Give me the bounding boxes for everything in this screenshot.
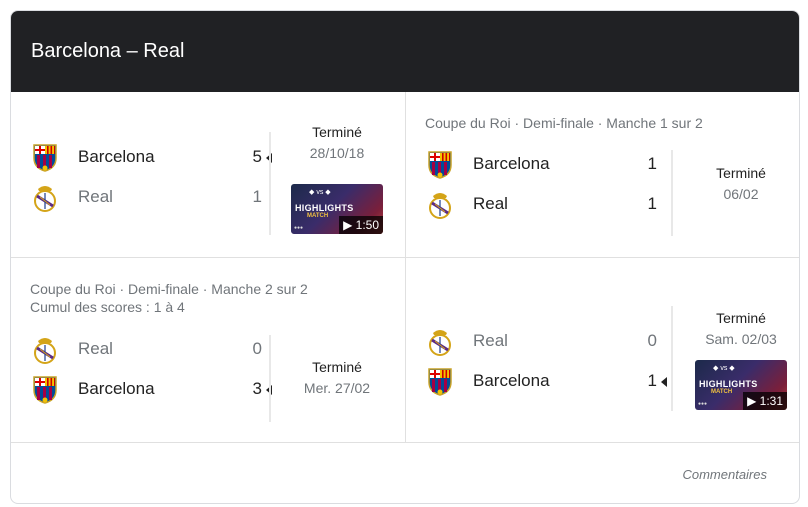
team-name: Real <box>78 339 113 358</box>
team-row-home: Real 0 <box>426 326 676 356</box>
team-score: 1 <box>252 187 262 206</box>
team-row-away: Barcelona 1 <box>426 366 676 396</box>
team-name: Barcelona <box>473 371 550 390</box>
card-header[interactable]: Barcelona – Real <box>11 11 799 92</box>
match-status: Terminé <box>716 310 766 326</box>
team-score: 0 <box>647 331 657 350</box>
match-date: 06/02 <box>723 186 759 202</box>
video-sublabel: MATCH <box>307 213 329 219</box>
match-status: Terminé <box>312 124 362 140</box>
team-score: 3 <box>252 379 262 398</box>
grid-divider-footer <box>11 442 799 443</box>
video-thumbnail[interactable]: ◆ vs ◆ HIGHLIGHTS MATCH ●●● ▶ 1:50 <box>291 184 383 234</box>
match-cell-1[interactable]: Barcelona 5 Real 1 Terminé 28/10/18 ◆ vs… <box>11 92 405 257</box>
competition-info: Coupe du Roi · Demi-finale · Manche 1 su… <box>425 115 703 131</box>
real-madrid-crest-icon <box>34 338 56 364</box>
club-logos-icon: ◆ vs ◆ <box>309 189 331 196</box>
team-row-home: Barcelona 1 <box>426 149 676 179</box>
video-sublabel: MATCH <box>711 389 733 395</box>
team-row-home: Real 0 <box>31 334 281 364</box>
club-logos-icon: ◆ vs ◆ <box>713 365 735 372</box>
team-name: Real <box>473 194 508 213</box>
video-label: HIGHLIGHTS <box>295 203 354 213</box>
team-name: Barcelona <box>473 154 550 173</box>
match-cell-2[interactable]: Coupe du Roi · Demi-finale · Manche 1 su… <box>406 92 799 257</box>
match-cell-4[interactable]: Real 0 Barcelona 1 Terminé Sam. 02/03 ◆ … <box>406 258 799 442</box>
match-cell-3[interactable]: Coupe du Roi · Demi-finale · Manche 2 su… <box>11 258 405 442</box>
video-thumbnail[interactable]: ◆ vs ◆ HIGHLIGHTS MATCH ●●● ▶ 1:31 <box>695 360 787 410</box>
match-status: Terminé <box>716 165 766 181</box>
team-score: 5 <box>252 147 262 166</box>
barcelona-crest-icon <box>428 368 452 396</box>
laliga-logo-icon: ●●● <box>698 401 708 407</box>
laliga-logo-icon: ●●● <box>294 225 304 231</box>
team-name: Barcelona <box>78 379 155 398</box>
match-separator <box>671 306 673 411</box>
match-status: Terminé <box>312 359 362 375</box>
team-name: Real <box>473 331 508 350</box>
real-madrid-crest-icon <box>429 330 451 356</box>
team-score: 1 <box>647 371 657 390</box>
team-row-away: Barcelona 3 <box>31 374 281 404</box>
barcelona-crest-icon <box>33 144 57 172</box>
competition-info: Coupe du Roi · Demi-finale · Manche 2 su… <box>30 281 308 297</box>
barcelona-crest-icon <box>428 151 452 179</box>
match-separator <box>269 335 271 422</box>
team-row-away: Real 1 <box>31 182 281 212</box>
team-score: 0 <box>252 339 262 358</box>
team-row-away: Real 1 <box>426 189 676 219</box>
team-name: Real <box>78 187 113 206</box>
team-name: Barcelona <box>78 147 155 166</box>
match-date: Sam. 02/03 <box>705 331 777 347</box>
video-duration: ▶ 1:31 <box>743 392 787 410</box>
sports-results-card: Barcelona – Real Barcelona 5 Real 1 Term… <box>10 10 800 504</box>
video-label: HIGHLIGHTS <box>699 379 758 389</box>
match-separator <box>269 132 271 235</box>
header-title: Barcelona – Real <box>31 40 185 62</box>
match-date: 28/10/18 <box>309 145 365 161</box>
team-score: 1 <box>647 154 657 173</box>
real-madrid-crest-icon <box>429 193 451 219</box>
barcelona-crest-icon <box>33 376 57 404</box>
match-separator <box>671 150 673 236</box>
team-score: 1 <box>647 194 657 213</box>
team-row-home: Barcelona 5 <box>31 142 281 172</box>
aggregate-score: Cumul des scores : 1 à 4 <box>30 299 185 315</box>
winner-arrow-icon <box>661 377 667 387</box>
video-duration: ▶ 1:50 <box>339 216 383 234</box>
feedback-link[interactable]: Commentaires <box>682 467 767 482</box>
real-madrid-crest-icon <box>34 186 56 212</box>
match-date: Mer. 27/02 <box>303 380 371 396</box>
